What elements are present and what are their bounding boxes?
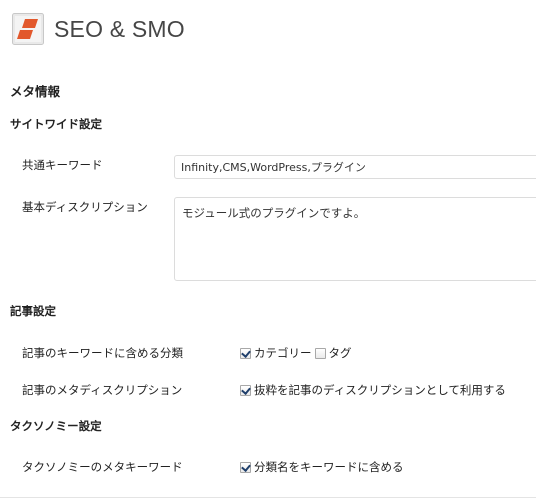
common-keywords-label: 共通キーワード (22, 158, 103, 172)
seo-smo-logo-icon (12, 13, 44, 45)
use-excerpt-checkbox-label[interactable]: 抜粋を記事のディスクリプションとして利用する (254, 382, 506, 398)
taxonomy-meta-keyword-label: タクソノミーのメタキーワード (22, 460, 183, 474)
include-term-name-checkbox[interactable] (240, 461, 251, 473)
tag-checkbox-label[interactable]: タグ (329, 345, 352, 361)
taxonomy-meta-keyword-options: 分類名をキーワードに含める (240, 459, 407, 475)
article-settings-heading: 記事設定 (10, 304, 56, 318)
common-keywords-input[interactable] (174, 155, 536, 179)
page-title: SEO & SMO (54, 15, 185, 42)
article-keyword-taxonomy-options: カテゴリー タグ (240, 345, 355, 361)
base-description-label: 基本ディスクリプション (22, 200, 148, 214)
bottom-divider (0, 497, 536, 498)
article-keyword-taxonomy-label: 記事のキーワードに含める分類 (22, 346, 183, 360)
category-checkbox[interactable] (240, 347, 251, 359)
category-checkbox-label[interactable]: カテゴリー (254, 345, 312, 361)
page-header: SEO & SMO (12, 12, 185, 46)
taxonomy-settings-heading: タクソノミー設定 (10, 419, 102, 433)
use-excerpt-checkbox[interactable] (240, 384, 251, 396)
base-description-textarea[interactable]: モジュール式のプラグインですよ。 (174, 197, 536, 281)
article-meta-description-label: 記事のメタディスクリプション (22, 383, 183, 397)
tag-checkbox[interactable] (314, 347, 326, 359)
article-meta-description-options: 抜粋を記事のディスクリプションとして利用する (240, 382, 509, 398)
include-term-name-checkbox-label[interactable]: 分類名をキーワードに含める (254, 459, 404, 475)
meta-section-heading: メタ情報 (10, 84, 61, 99)
sitewide-settings-heading: サイトワイド設定 (10, 117, 102, 131)
